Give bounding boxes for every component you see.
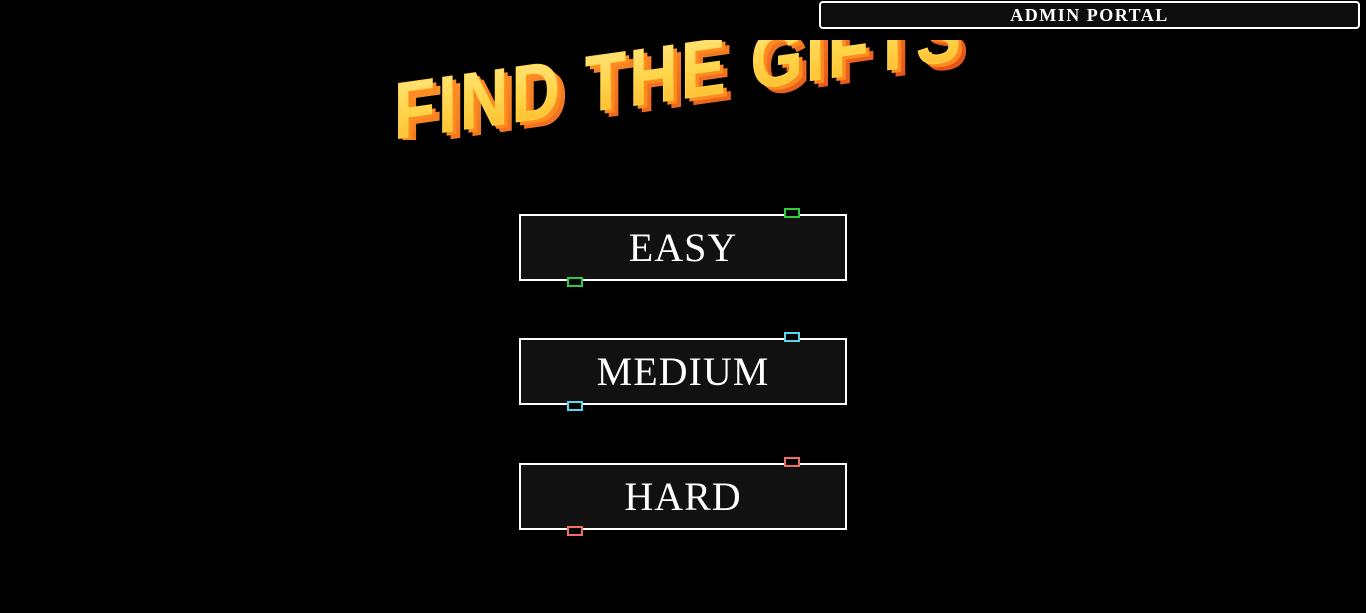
corner-accent-top-right — [784, 457, 800, 467]
medium-button-label: MEDIUM — [596, 349, 770, 394]
game-menu-screen: ADMIN PORTAL FIND THE GIFTS FIND THE GIF… — [0, 0, 1366, 613]
game-title-graphic: FIND THE GIFTS FIND THE GIFTS FIND THE G… — [394, 40, 973, 140]
corner-accent-top-right — [784, 208, 800, 218]
corner-accent-bottom-left — [567, 526, 583, 536]
corner-accent-bottom-left — [567, 277, 583, 287]
hard-button[interactable]: HARD — [519, 457, 847, 536]
easy-button-label: EASY — [628, 225, 738, 270]
corner-accent-top-right — [784, 332, 800, 342]
medium-button[interactable]: MEDIUM — [519, 332, 847, 411]
hard-button-label: HARD — [624, 474, 742, 519]
corner-accent-bottom-left — [567, 401, 583, 411]
admin-portal-button[interactable]: ADMIN PORTAL — [819, 1, 1360, 29]
game-title-logo: FIND THE GIFTS FIND THE GIFTS FIND THE G… — [388, 40, 978, 140]
easy-button[interactable]: EASY — [519, 208, 847, 287]
